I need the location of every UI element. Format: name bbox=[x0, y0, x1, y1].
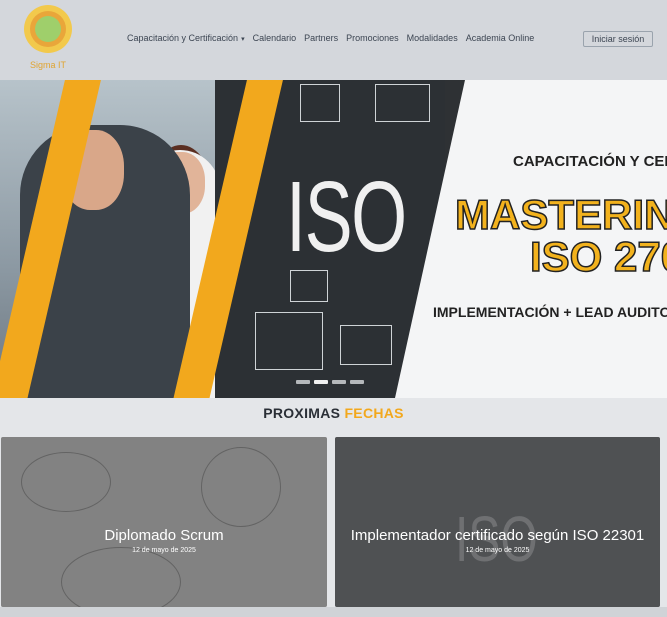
main-nav: Capacitación y Certificación ▾ Calendario… bbox=[127, 33, 534, 43]
carousel-dot[interactable] bbox=[332, 380, 346, 384]
carousel-dot[interactable] bbox=[296, 380, 310, 384]
carousel-dot-active[interactable] bbox=[314, 380, 328, 384]
nav-item-promociones[interactable]: Promociones bbox=[346, 33, 399, 43]
login-button[interactable]: Iniciar sesión bbox=[583, 31, 653, 47]
hero-iso-text: ISO bbox=[286, 161, 407, 273]
carousel-dot[interactable] bbox=[350, 380, 364, 384]
nav-item-capacitacion[interactable]: Capacitación y Certificación ▾ bbox=[127, 33, 245, 43]
page-bottom bbox=[0, 607, 667, 617]
brand-logo[interactable]: Sigma IT bbox=[22, 5, 74, 73]
card-date: 12 de mayo de 2025 bbox=[465, 547, 530, 554]
nav-item-partners[interactable]: Partners bbox=[304, 33, 338, 43]
course-card[interactable]: ISO Implementador certificado según ISO … bbox=[335, 437, 660, 607]
hero-title-line2: ISO 270 bbox=[529, 233, 667, 280]
card-date: 12 de mayo de 2025 bbox=[132, 547, 196, 554]
hero-title-line1: MASTERIN bbox=[454, 191, 667, 238]
card-overlay bbox=[1, 437, 327, 607]
card-title: Diplomado Scrum bbox=[104, 527, 224, 544]
course-card[interactable]: Diplomado Scrum 12 de mayo de 2025 bbox=[1, 437, 327, 607]
site-header: Sigma IT Capacitación y Certificación ▾ C… bbox=[0, 0, 667, 80]
tree-icon bbox=[35, 16, 61, 42]
nav-item-academia-online[interactable]: Academia Online bbox=[466, 33, 535, 43]
hero-subtitle: CAPACITACIÓN Y CERTI bbox=[513, 153, 667, 170]
hexagon-icon bbox=[340, 325, 392, 365]
card-overlay bbox=[335, 437, 660, 607]
chevron-down-icon: ▾ bbox=[241, 36, 245, 43]
logo-text: Sigma IT bbox=[29, 60, 66, 70]
section-title: PROXIMAS FECHAS bbox=[263, 405, 404, 421]
nav-item-calendario[interactable]: Calendario bbox=[253, 33, 297, 43]
nav-item-modalidades[interactable]: Modalidades bbox=[407, 33, 458, 43]
hero-carousel[interactable]: ISO CAPACITACIÓN Y CERTI MASTERIN ISO 27… bbox=[0, 80, 667, 398]
line-chart-icon bbox=[375, 84, 430, 122]
pie-chart-icon bbox=[300, 84, 340, 122]
hero-tagline: IMPLEMENTACIÓN + LEAD AUDITOR bbox=[433, 304, 667, 320]
bar-chart-icon bbox=[255, 312, 323, 370]
card-title: Implementador certificado según ISO 2230… bbox=[350, 527, 645, 544]
carousel-indicators bbox=[296, 380, 364, 384]
